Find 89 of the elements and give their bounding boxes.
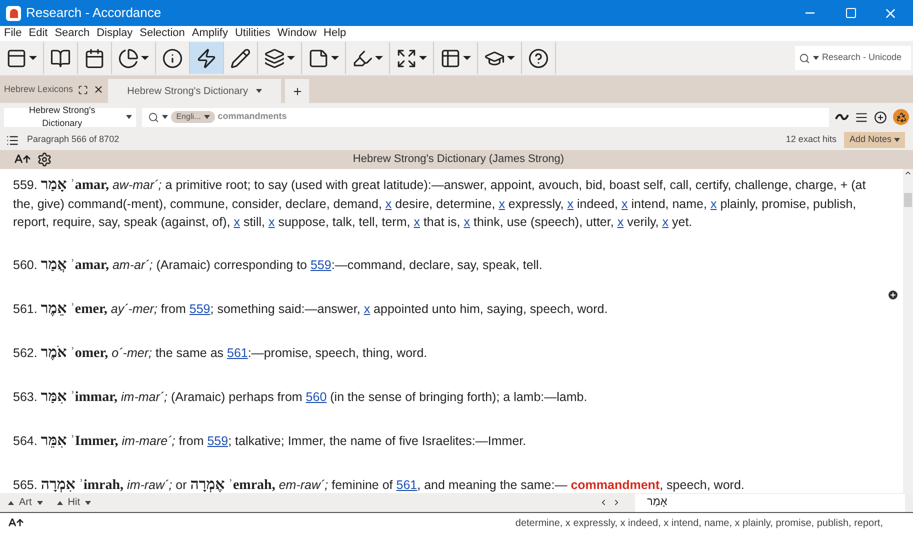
cross-reference-link[interactable]: x	[567, 197, 574, 211]
cross-reference-link[interactable]: x	[662, 215, 669, 229]
pane-title: Hebrew Lexicons	[4, 82, 74, 96]
menu-item[interactable]: Window	[277, 25, 317, 42]
dropdown-caret-icon	[463, 56, 471, 60]
window-layout-icon	[6, 48, 27, 68]
caret-icon	[85, 500, 92, 504]
layers-icon	[264, 48, 285, 68]
cross-reference-link[interactable]: 559	[207, 434, 228, 448]
dropdown-caret-icon	[507, 56, 515, 60]
cross-reference-link[interactable]: x	[234, 215, 240, 229]
caret-icon	[894, 138, 900, 142]
art-dropdown[interactable]: Art	[8, 495, 43, 510]
dropdown-caret-icon	[419, 56, 427, 60]
caret-icon	[256, 89, 262, 93]
lines-icon[interactable]	[855, 110, 868, 124]
close-icon[interactable]	[93, 84, 104, 95]
lightning-box-icon	[196, 48, 217, 68]
preview-text: determine, x expressly, x indeed, x intend, name, x plainly, promise, publish, report,	[515, 516, 884, 530]
cross-reference-link[interactable]: 559	[189, 302, 210, 316]
highlighter-icon	[352, 48, 373, 68]
info-icon	[162, 48, 183, 68]
cross-reference-link[interactable]: x	[464, 215, 470, 229]
module-dropdown[interactable]: Hebrew Strong's Dictionary	[4, 108, 136, 126]
menu-item[interactable]: Selection	[140, 25, 185, 42]
cross-reference-link[interactable]: x	[364, 302, 370, 316]
new-tab-button[interactable]	[285, 79, 310, 103]
hit-count: 12 exact hits	[786, 133, 836, 146]
fullscreen-icon[interactable]	[78, 84, 88, 94]
menu-item[interactable]: Utilities	[234, 25, 270, 42]
menu-item[interactable]: Edit	[28, 25, 48, 42]
list-icon[interactable]	[6, 134, 19, 146]
caret-icon	[126, 115, 132, 119]
tab[interactable]: Hebrew Strong's Dictionary	[108, 79, 282, 103]
pie-chart-icon	[118, 48, 139, 68]
scrollbar[interactable]	[903, 169, 913, 493]
paragraph-indicator: Paragraph 566 of 8702	[27, 133, 120, 146]
open-book-icon	[50, 48, 71, 68]
search-icon	[799, 52, 810, 64]
search-field[interactable]: Engli... commandments	[142, 108, 830, 126]
window-title: Research - Accordance	[26, 4, 162, 22]
cross-reference-link[interactable]: x	[385, 197, 392, 211]
language-dropdown[interactable]: Engli...	[171, 111, 215, 123]
caret-icon	[8, 500, 14, 504]
caret-icon	[36, 500, 43, 504]
module-title: Hebrew Strong's Dictionary (James Strong)	[352, 152, 566, 168]
cross-reference-link[interactable]: x	[498, 197, 505, 211]
cross-reference-link[interactable]: 561	[396, 478, 418, 492]
caret-icon	[204, 115, 210, 119]
cross-reference-link[interactable]: 560	[306, 390, 327, 404]
cross-reference-link[interactable]: x	[268, 215, 275, 229]
expand-arrows-icon	[396, 48, 417, 68]
cross-reference-link[interactable]: x	[617, 215, 624, 229]
settings-icon[interactable]	[37, 152, 52, 167]
cross-reference-link[interactable]: x	[621, 197, 628, 211]
dropdown-caret-icon	[375, 56, 383, 60]
tilde-icon[interactable]	[835, 113, 850, 121]
help-icon	[528, 48, 549, 68]
dropdown-caret-icon	[287, 56, 295, 60]
menu-item[interactable]: File	[4, 25, 22, 42]
cross-reference-link[interactable]: x	[414, 215, 420, 229]
lookup-field[interactable]: אָמַר	[635, 494, 905, 512]
dropdown-caret-icon	[331, 56, 339, 60]
caret-icon	[56, 500, 63, 504]
search-icon	[148, 112, 160, 122]
scroll-up-icon[interactable]	[904, 169, 912, 177]
global-search-field[interactable]: Research - Unicode	[795, 46, 911, 70]
calendar-icon	[84, 48, 105, 68]
menu-item[interactable]: Search	[54, 25, 90, 42]
plus-icon	[292, 86, 303, 96]
dropdown-caret-icon	[29, 56, 37, 60]
dropdown-caret-icon	[141, 56, 149, 60]
cross-reference-link[interactable]: x	[710, 197, 717, 211]
table-icon	[440, 48, 461, 68]
caret-icon	[813, 56, 819, 60]
cross-reference-link[interactable]: 561	[227, 346, 248, 360]
cross-reference-link[interactable]: 559	[310, 258, 332, 272]
note-icon	[308, 48, 329, 68]
scrollbar-thumb[interactable]	[904, 193, 912, 207]
menu-item[interactable]: Help	[324, 25, 346, 42]
add-notes-button[interactable]: Add Notes	[844, 132, 905, 148]
hit-dropdown[interactable]: Hit	[56, 495, 92, 510]
maximize-icon[interactable]	[845, 7, 857, 19]
pencil-icon	[230, 48, 251, 68]
toolbar-button[interactable]	[190, 42, 224, 74]
app-logo-icon	[6, 6, 21, 20]
menu-item[interactable]: Display	[96, 25, 133, 42]
menu-item[interactable]: Amplify	[192, 25, 228, 42]
add-circle-icon[interactable]	[874, 110, 888, 124]
